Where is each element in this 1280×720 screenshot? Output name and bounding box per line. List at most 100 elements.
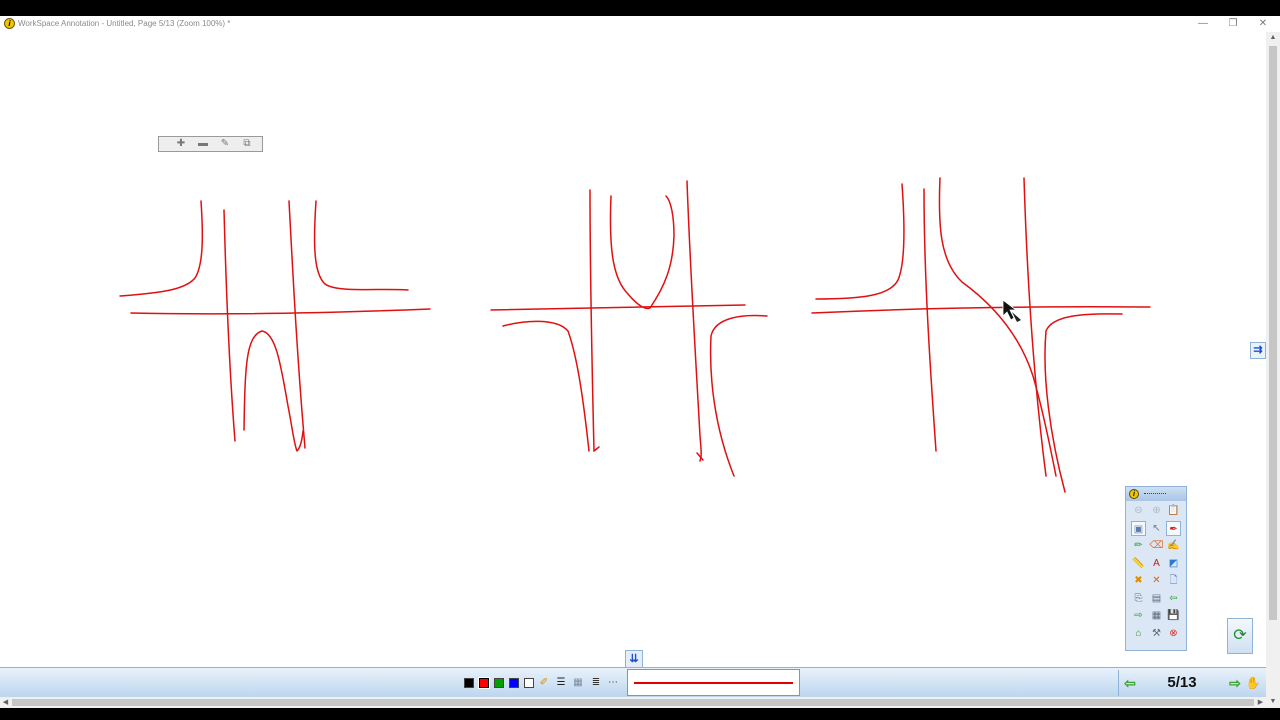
sketch-1-asymptote-left	[223, 209, 236, 442]
toolbar-expand-button[interactable]: ⇊	[625, 650, 643, 667]
minimize-palette-button[interactable]: ⊖	[1131, 503, 1146, 518]
sketch-3-branch-bottom-right	[1044, 313, 1123, 493]
side-arrows-icon: ⇉	[1253, 344, 1263, 356]
title-bar: i WorkSpace Annotation - Untitled, Page …	[0, 16, 1280, 32]
delete-icon: ✕	[1152, 575, 1161, 586]
save-icon: 💾	[1167, 610, 1180, 621]
dash-style-icon: ⋯	[608, 677, 618, 688]
color-swatch-white[interactable]	[524, 678, 534, 688]
transparency-button[interactable]: ▦	[572, 677, 584, 689]
refresh-icon: ⟳	[1233, 627, 1247, 644]
sketch-3-asymptote-right	[1023, 177, 1047, 477]
previous-page-button[interactable]: ⇦	[1121, 674, 1139, 692]
maximize-palette-button[interactable]: ⊕	[1149, 503, 1164, 518]
sketch-2-x-axis	[490, 304, 746, 311]
next-page-button[interactable]: ⇨	[1226, 674, 1244, 692]
edit-button[interactable]: ✎	[218, 138, 232, 150]
save-button[interactable]: 💾	[1166, 608, 1181, 623]
maximize-button[interactable]: ❐	[1218, 16, 1248, 32]
sketch-3-x-axis	[811, 306, 1151, 314]
sketch-1-asymptote-right	[288, 200, 306, 449]
gallery-refresh-button[interactable]: ⟳	[1227, 618, 1253, 654]
clear-button[interactable]: ✖	[1131, 573, 1146, 588]
eraser-icon: ⌫	[1149, 540, 1164, 551]
scroll-down-icon[interactable]: ▼	[1266, 696, 1280, 708]
clipboard-button[interactable]: 📋	[1166, 503, 1181, 518]
side-panel-toggle[interactable]: ⇉	[1250, 342, 1266, 359]
color-swatch-green[interactable]	[494, 678, 504, 688]
gallery-button[interactable]: ⌂	[1131, 626, 1146, 641]
copy-page-icon: ⧉	[243, 138, 251, 149]
pen-stroke-preview	[634, 682, 793, 684]
copy-page-button[interactable]: ⧉	[240, 138, 254, 150]
scroll-right-icon[interactable]: ▶	[1255, 697, 1266, 708]
highlight-pen-button[interactable]: ✍	[1166, 538, 1181, 553]
line-width-button[interactable]: ☰	[555, 677, 567, 689]
sketch-3-asymptote-left	[923, 188, 937, 452]
horizontal-scroll-thumb[interactable]	[12, 699, 1254, 706]
zoom-in-button[interactable]: ✚	[174, 138, 188, 150]
desktop-mode-button[interactable]: ▣	[1131, 520, 1146, 536]
app-logo-icon: i	[4, 18, 15, 29]
minimize-button[interactable]: —	[1188, 16, 1218, 32]
app-window: i WorkSpace Annotation - Untitled, Page …	[0, 16, 1280, 708]
zoom-out-button[interactable]: ▬	[196, 138, 210, 150]
sketch-2-branch-top	[609, 195, 675, 310]
capture-button[interactable]: ⎘	[1131, 591, 1146, 606]
desktop-mode-icon: ▣	[1133, 523, 1144, 535]
sketch-2-branch-bottom-left	[502, 320, 590, 452]
table-button[interactable]: ▦	[1149, 608, 1164, 623]
shapes-button[interactable]: ◩	[1166, 556, 1181, 571]
vertical-scrollbar[interactable]: ▲ ▼	[1266, 32, 1280, 708]
palette-grip[interactable]	[1144, 493, 1166, 496]
dash-style-button[interactable]: ⋯	[607, 677, 619, 689]
new-page-button[interactable]: 🗋	[1166, 573, 1181, 588]
zoom-toolbar: ✚ ▬ ✎ ⧉	[158, 136, 263, 152]
minimize-palette-icon: ⊖	[1134, 505, 1143, 516]
table-icon: ▦	[1151, 610, 1162, 621]
pen-button[interactable]: ✏	[1131, 538, 1146, 553]
color-swatch-black[interactable]	[464, 678, 474, 688]
color-swatch-red[interactable]	[478, 677, 490, 689]
horizontal-scrollbar[interactable]: ◀ ▶	[0, 697, 1266, 708]
sketch-3-branch-top-left	[815, 183, 905, 300]
scroll-up-icon[interactable]: ▲	[1266, 32, 1280, 44]
tools-button[interactable]: ⚒	[1149, 626, 1164, 641]
extra-tool-button[interactable]: ✋	[1244, 674, 1262, 692]
drawing-canvas[interactable]	[0, 32, 1266, 683]
page-indicator: 5/13	[1167, 674, 1197, 691]
next-page-button[interactable]: ⇨	[1131, 608, 1146, 623]
text-tool-button[interactable]: A	[1149, 556, 1164, 571]
vertical-scroll-thumb[interactable]	[1269, 46, 1277, 620]
line-style-button[interactable]: ≣	[590, 677, 602, 689]
ruler-icon: 📏	[1132, 557, 1145, 569]
previous-page-button[interactable]: ⇦	[1166, 591, 1181, 606]
pen-tool-button[interactable]: ✒	[1166, 520, 1181, 536]
bottom-toolbar: ✐ ☰ ▦ ≣ ⋯ ⇦ 5/13 ⇨ ✋	[0, 667, 1266, 697]
highlighter-icon: ✐	[539, 677, 549, 688]
transparency-icon: ▦	[573, 677, 583, 688]
exit-button[interactable]: ⊗	[1166, 626, 1181, 641]
highlighter-button[interactable]: ✐	[538, 677, 550, 689]
select-arrow-button[interactable]: ↖	[1149, 521, 1164, 536]
eraser-button[interactable]: ⌫	[1149, 538, 1164, 553]
palette-header[interactable]: i	[1126, 487, 1186, 501]
screen-shade-button[interactable]: ▤	[1149, 591, 1164, 606]
screen-shade-icon: ▤	[1151, 592, 1162, 604]
delete-button[interactable]: ✕	[1149, 573, 1164, 588]
scroll-left-icon[interactable]: ◀	[0, 697, 11, 708]
nav-divider	[1118, 670, 1119, 696]
pen-tool-icon: ✒	[1169, 523, 1178, 535]
new-page-icon: 🗋	[1169, 575, 1178, 586]
select-arrow-icon: ↖	[1152, 522, 1161, 534]
color-swatch-blue[interactable]	[509, 678, 519, 688]
close-button[interactable]: ✕	[1248, 16, 1278, 32]
capture-icon: ⎘	[1134, 592, 1143, 604]
zoom-in-icon: ✚	[176, 138, 186, 149]
text-tool-icon: A	[1153, 557, 1160, 569]
sketch-3-branch-middle	[938, 177, 1057, 477]
line-style-preview[interactable]	[627, 669, 800, 696]
clipboard-icon: 📋	[1167, 505, 1180, 516]
ruler-button[interactable]: 📏	[1131, 556, 1146, 571]
tool-palette: i ⊖ ⊕ 📋 ▣ ↖ ✒ ✏ ⌫ ✍ 📏 A ◩ ✖ ✕ 🗋 ⎘ ▤ ⇦ ⇨ ▦ 💾 ⌂ ⚒ ⊗	[1125, 486, 1187, 651]
